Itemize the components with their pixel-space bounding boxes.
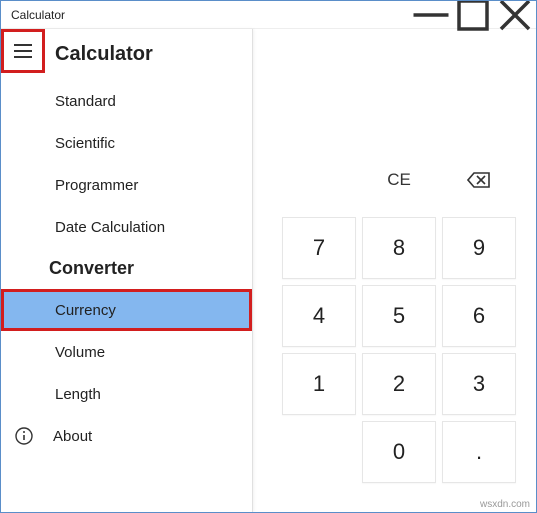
key-2[interactable]: 2 [362, 353, 436, 415]
app-body: Calculator Standard Scientific Programme… [1, 29, 536, 512]
hamburger-button[interactable] [1, 29, 45, 73]
nav-item-scientific[interactable]: Scientific [1, 122, 252, 164]
key-decimal[interactable]: . [442, 421, 516, 483]
key-3[interactable]: 3 [442, 353, 516, 415]
close-button[interactable] [494, 1, 536, 28]
nav-item-standard[interactable]: Standard [1, 80, 252, 122]
nav-item-length[interactable]: Length [1, 373, 252, 415]
nav-item-volume[interactable]: Volume [1, 331, 252, 373]
key-1[interactable]: 1 [282, 353, 356, 415]
key-4[interactable]: 4 [282, 285, 356, 347]
key-5[interactable]: 5 [362, 285, 436, 347]
hamburger-icon [14, 44, 32, 58]
nav-item-about[interactable]: About [1, 415, 252, 457]
backspace-icon [467, 171, 491, 189]
key-6[interactable]: 6 [442, 285, 516, 347]
nav-item-programmer[interactable]: Programmer [1, 164, 252, 206]
window-title: Calculator [11, 8, 410, 22]
nav-item-currency-wrap: Currency [1, 289, 252, 331]
nav-item-about-label: About [53, 428, 92, 445]
minimize-button[interactable] [410, 1, 452, 28]
nav-item-currency[interactable]: Currency [1, 289, 252, 331]
keypad: CE 7 8 9 4 5 6 1 2 3 0 [282, 149, 522, 483]
nav-item-date-calculation[interactable]: Date Calculation [1, 206, 252, 248]
key-9[interactable]: 9 [442, 217, 516, 279]
key-backspace[interactable] [442, 149, 516, 211]
nav-sidebar: Calculator Standard Scientific Programme… [1, 29, 253, 512]
nav-header-converter: Converter [1, 248, 252, 289]
titlebar: Calculator [1, 1, 536, 29]
key-7[interactable]: 7 [282, 217, 356, 279]
app-window: Calculator Calculator Standard Scientifi… [0, 0, 537, 513]
main-panel: CE 7 8 9 4 5 6 1 2 3 0 [253, 29, 536, 512]
key-8[interactable]: 8 [362, 217, 436, 279]
key-0[interactable]: 0 [362, 421, 436, 483]
info-icon [15, 427, 33, 445]
maximize-button[interactable] [452, 1, 494, 28]
watermark: wsxdn.com [480, 499, 530, 510]
key-clear-entry[interactable]: CE [362, 149, 436, 211]
